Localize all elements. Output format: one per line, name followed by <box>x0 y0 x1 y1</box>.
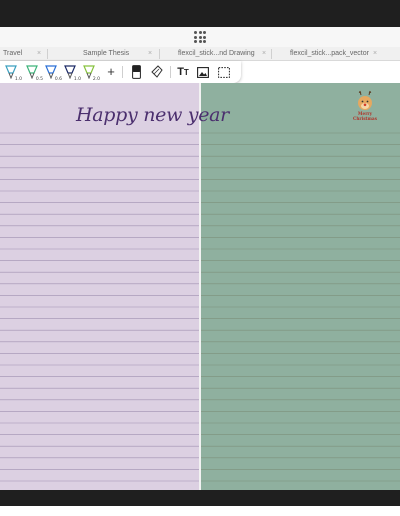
eraser-tool[interactable] <box>129 63 143 81</box>
tab-label: Sample Thesis <box>83 50 130 57</box>
app-top-bar <box>0 27 400 47</box>
tab-flexcil-vector[interactable]: flexcil_stick...pack_vector × <box>290 47 377 61</box>
top-bezel <box>0 0 400 27</box>
pen-size-label: 1.0 <box>14 77 22 82</box>
pen-size-label: 2.0 <box>92 77 100 82</box>
lasso-tool[interactable] <box>149 63 165 81</box>
bottom-bezel <box>0 490 400 506</box>
ruled-lines <box>0 132 199 482</box>
handwritten-heading: Happy new year <box>76 104 229 126</box>
toolbar-divider <box>122 66 123 78</box>
image-icon <box>197 66 209 78</box>
tab-label: flexcil_stick...pack_vector <box>290 50 369 57</box>
close-icon[interactable]: × <box>148 47 152 61</box>
close-icon[interactable]: × <box>373 47 377 61</box>
sticker-text-line2: Christmas <box>353 116 377 121</box>
pen-tool-blue[interactable]: 0.6 <box>44 63 62 82</box>
app-grid-icon[interactable] <box>194 31 206 43</box>
notebook-page-right[interactable] <box>201 83 400 490</box>
close-icon[interactable]: × <box>37 47 41 61</box>
image-tool[interactable] <box>196 63 210 81</box>
document-tab-bar: Travel × Sample Thesis × flexcil_stick..… <box>0 47 400 61</box>
lasso-icon <box>151 65 163 78</box>
merry-christmas-label: Merry Christmas <box>348 111 382 121</box>
pen-tool-lime[interactable]: 2.0 <box>82 63 100 82</box>
pen-tool-green[interactable]: 0.5 <box>25 63 43 82</box>
tab-sample-thesis[interactable]: Sample Thesis × <box>83 47 152 61</box>
tab-label: Travel <box>3 50 23 57</box>
tablet-screen: Travel × Sample Thesis × flexcil_stick..… <box>0 0 400 516</box>
eraser-icon <box>131 65 141 79</box>
plus-icon: + <box>107 64 115 79</box>
tab-divider <box>47 49 48 59</box>
ruled-lines <box>201 132 400 482</box>
pen-size-label: 0.6 <box>54 77 62 82</box>
shape-tool[interactable] <box>217 63 231 81</box>
highlighter-tool[interactable]: 1.0 <box>4 63 22 82</box>
tab-divider <box>271 49 272 59</box>
notebook-page-left[interactable] <box>0 83 199 490</box>
pen-tool-navy[interactable]: 1.0 <box>63 63 81 82</box>
bottom-margin <box>0 506 400 516</box>
tab-divider <box>159 49 160 59</box>
drawing-toolbar: 1.0 0.5 0.6 1.0 2.0 + TT <box>0 61 241 83</box>
tab-flexcil-drawing[interactable]: flexcil_stick...nd Drawing × <box>178 47 266 61</box>
toolbar-divider <box>170 66 171 78</box>
pen-size-label: 0.5 <box>35 77 43 82</box>
tab-label: flexcil_stick...nd Drawing <box>178 50 255 57</box>
text-icon: TT <box>177 65 189 78</box>
tab-travel[interactable]: Travel × <box>3 47 41 61</box>
pen-size-label: 1.0 <box>73 77 81 82</box>
close-icon[interactable]: × <box>262 47 266 61</box>
rectangle-select-icon <box>218 66 230 78</box>
text-tool[interactable]: TT <box>176 63 190 81</box>
add-pen-button[interactable]: + <box>104 63 118 81</box>
